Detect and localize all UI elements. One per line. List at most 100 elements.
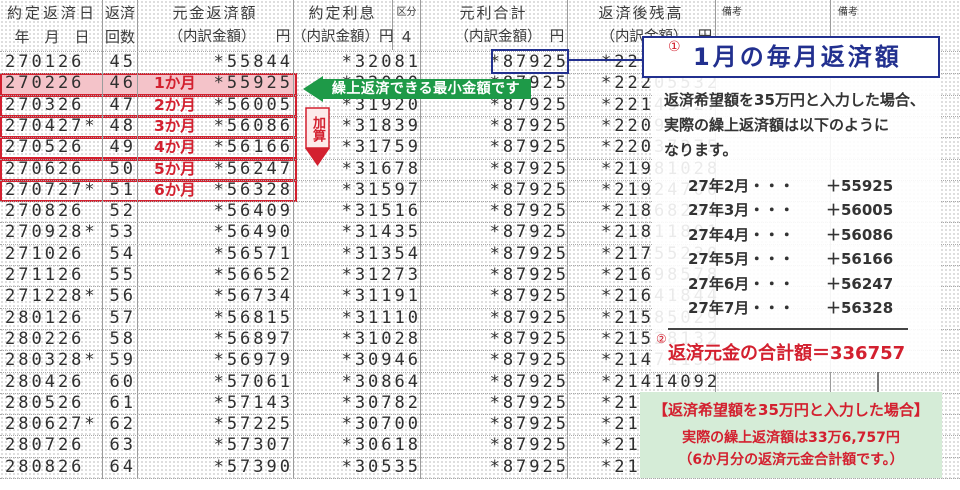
prepayment-month: 27年2月・・・ bbox=[688, 177, 795, 195]
count-cell: 52 bbox=[109, 201, 136, 222]
interest-cell: *30535 bbox=[341, 456, 421, 477]
date-cell: 280627* bbox=[5, 414, 98, 435]
header-total: 元利合計 bbox=[459, 4, 528, 22]
summary-title: 【返済希望額を35万円と入力した場合】 bbox=[653, 401, 929, 419]
interest-cell: *30618 bbox=[341, 435, 421, 456]
count-cell: 64 bbox=[109, 456, 136, 477]
interest-cell: *30946 bbox=[341, 350, 421, 371]
date-cell: 280328* bbox=[5, 350, 98, 371]
total-cell: *87925 bbox=[489, 414, 569, 435]
monthly-payment-highlight bbox=[491, 49, 569, 74]
header-count: 返済 bbox=[104, 4, 135, 22]
total-cell: *87925 bbox=[489, 328, 569, 349]
count-cell: 48 bbox=[109, 115, 136, 136]
row-divider bbox=[0, 478, 960, 479]
month-label: 2か月 bbox=[154, 95, 196, 114]
prepayment-amount: ＋56328 bbox=[826, 299, 894, 317]
count-cell: 47 bbox=[109, 94, 136, 115]
header-principal-unit: 円 bbox=[275, 29, 291, 45]
total-cell: *87925 bbox=[489, 222, 569, 243]
principal-cell: *56652 bbox=[213, 265, 293, 285]
interest-cell: *30864 bbox=[341, 371, 421, 392]
interest-cell: *30782 bbox=[341, 392, 421, 413]
date-cell: 280426 bbox=[5, 371, 85, 392]
header-total-unit: 円 bbox=[549, 29, 565, 45]
summary-connector bbox=[877, 372, 879, 392]
interest-cell: *31110 bbox=[341, 307, 421, 328]
header-note-1: 備考 bbox=[722, 7, 742, 18]
count-cell: 55 bbox=[109, 265, 136, 285]
total-cell: *87925 bbox=[489, 179, 569, 200]
date-cell: 270226 bbox=[5, 73, 85, 94]
header-count-sub: 回数 bbox=[104, 28, 135, 46]
prepayment-month: 27年5月・・・ bbox=[688, 250, 795, 269]
total-cell: *87925 bbox=[489, 115, 569, 136]
total-cell: *87925 bbox=[489, 243, 569, 264]
explanation-line: 実際の繰上返済額は以下のように bbox=[664, 116, 890, 134]
explanation-line: なります。 bbox=[664, 141, 738, 159]
total-cell: *87925 bbox=[489, 350, 569, 371]
principal-cell: *56409 bbox=[213, 201, 293, 222]
explanation-line: 返済希望額を35万円と入力した場合、 bbox=[664, 91, 925, 109]
date-cell: 280126 bbox=[5, 307, 85, 328]
header-date-sub: 年 月 日 bbox=[14, 28, 90, 46]
summary-line: 実際の繰上返済額は33万6,757円 bbox=[682, 430, 900, 446]
total-cell: *87925 bbox=[489, 456, 569, 477]
principal-cell: *56490 bbox=[213, 222, 293, 243]
principal-cell: *56979 bbox=[213, 350, 293, 371]
count-cell: 49 bbox=[109, 137, 136, 158]
total-cell: *87925 bbox=[489, 435, 569, 456]
count-cell: 46 bbox=[109, 73, 136, 94]
table-row: 280426 60 *57061 *30864 *87925 *21414092 bbox=[0, 372, 960, 393]
header-principal-sub: （内訳金額） bbox=[168, 29, 256, 45]
repayment-schedule-page: 約定返済日 返済 元金返済額 約定利息 区分 元利合計 返済後残高 備考 備考 … bbox=[0, 0, 960, 490]
count-cell: 56 bbox=[109, 286, 136, 307]
interest-cell: *30700 bbox=[341, 414, 421, 435]
count-cell: 45 bbox=[109, 52, 136, 72]
date-cell: 271126 bbox=[5, 265, 85, 285]
total-cell: *87925 bbox=[489, 392, 569, 413]
total-cell: *87925 bbox=[489, 371, 569, 392]
prepayment-amount: ＋56086 bbox=[826, 225, 894, 244]
explanation-panel: 返済希望額を35万円と入力した場合、 実際の繰上返済額は以下のように なります。… bbox=[652, 78, 940, 372]
principal-cell: *57143 bbox=[213, 392, 293, 413]
prepayment-amount: ＋56166 bbox=[826, 250, 894, 269]
sum-rule bbox=[668, 328, 908, 330]
header-date: 約定返済日 bbox=[6, 4, 97, 22]
min-amount-label: 繰上返済できる最小金額です bbox=[331, 81, 521, 97]
date-cell: 270326 bbox=[5, 94, 85, 115]
header-interest-sub: （内訳金額）円 bbox=[292, 29, 394, 45]
date-cell: 270626 bbox=[5, 158, 85, 179]
callout-number-2: ② bbox=[656, 332, 667, 346]
month-label: 6か月 bbox=[154, 180, 196, 199]
date-cell: 271228* bbox=[5, 286, 98, 307]
count-cell: 61 bbox=[109, 392, 136, 413]
date-cell: 270427* bbox=[5, 115, 98, 136]
count-cell: 53 bbox=[109, 222, 136, 243]
interest-cell: *32081 bbox=[341, 52, 421, 72]
add-arrow: 加算 bbox=[305, 107, 330, 167]
count-cell: 59 bbox=[109, 350, 136, 371]
principal-cell: *56734 bbox=[213, 286, 293, 307]
header-kubun: 区分 bbox=[396, 7, 417, 18]
summary-line: （6か月分の返済元金合計額です。） bbox=[678, 452, 904, 468]
principal-cell: *57390 bbox=[213, 456, 293, 477]
date-cell: 270126 bbox=[5, 52, 85, 72]
header-note-2: 備考 bbox=[838, 7, 858, 18]
monthly-payment-callout: ① 1月の毎月返済額 bbox=[642, 36, 940, 78]
interest-cell: *31516 bbox=[341, 201, 421, 222]
principal-cell: *56815 bbox=[213, 307, 293, 328]
count-cell: 57 bbox=[109, 307, 136, 328]
principal-cell: *56571 bbox=[213, 243, 293, 264]
prepayment-month: 27年6月・・・ bbox=[688, 274, 795, 293]
total-cell: *87925 bbox=[489, 201, 569, 222]
principal-cell: *57061 bbox=[213, 371, 293, 392]
date-cell: 270526 bbox=[5, 137, 85, 158]
date-cell: 280726 bbox=[5, 435, 85, 456]
month-label: 1か月 bbox=[154, 74, 196, 93]
balance-cell: *21414092 bbox=[601, 371, 721, 392]
date-cell: 271026 bbox=[5, 243, 85, 264]
count-cell: 54 bbox=[109, 243, 136, 264]
month-label: 3か月 bbox=[154, 116, 196, 135]
date-cell: 270826 bbox=[5, 201, 85, 222]
